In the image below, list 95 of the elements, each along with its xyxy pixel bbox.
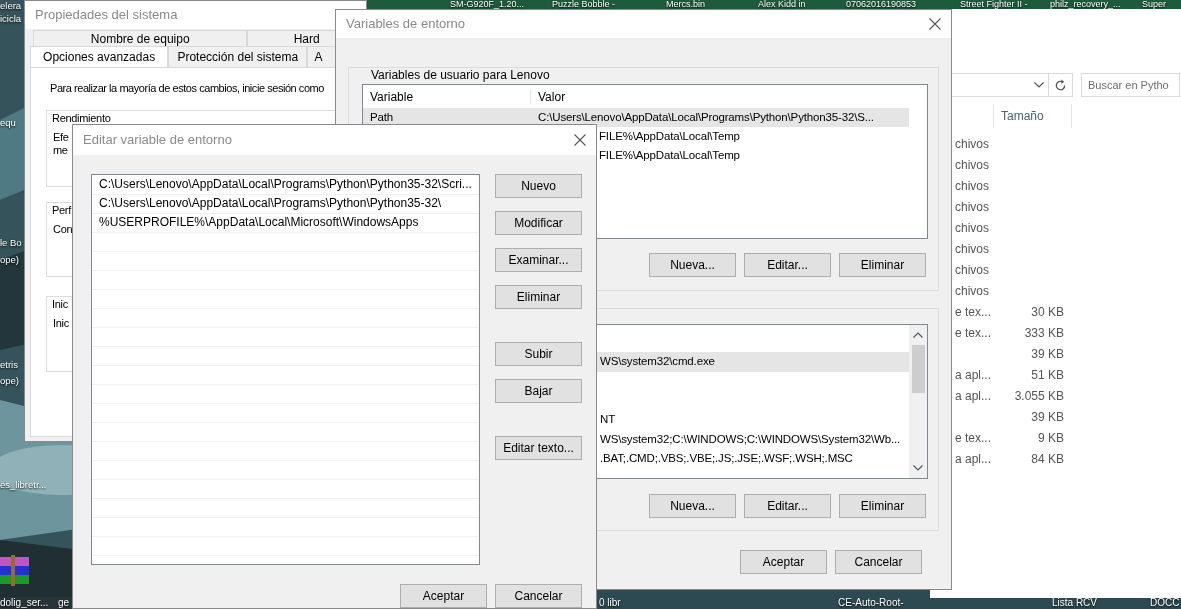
close-button[interactable] (574, 134, 586, 146)
dialog-button[interactable]: Aceptar (740, 550, 827, 574)
group-text: me (53, 144, 68, 158)
scrollbar-thumb[interactable] (911, 345, 925, 393)
dialog-button[interactable]: Nuevo (495, 174, 582, 198)
column-header[interactable]: Tamaño (993, 104, 1072, 128)
tab[interactable]: Opciones avanzadas (30, 46, 169, 67)
table-cell-text: chivos (954, 262, 990, 279)
table-cell: WS\system32\cmd.exe (600, 355, 715, 369)
column-header[interactable]: Variable (363, 89, 531, 105)
icon-label[interactable]: ge (58, 597, 70, 608)
books-icon (0, 555, 30, 587)
table-cell-text: chivos (954, 178, 990, 195)
dialog-button[interactable]: Cancelar (835, 550, 922, 574)
table-cell-text: e tex... (954, 304, 993, 321)
dialog-button[interactable]: Cancelar (495, 584, 582, 608)
refresh-icon[interactable] (1054, 78, 1067, 92)
window-title: Editar variable de entorno (83, 132, 232, 148)
icon-label[interactable]: dolig_ser... (0, 597, 49, 608)
tab[interactable]: Nombre de equipo (33, 30, 248, 46)
dialog-button[interactable]: Editar... (744, 494, 831, 518)
window-title: Variables de entorno (346, 16, 465, 32)
icon-label[interactable]: CE-Auto-Root- (838, 597, 904, 608)
icon-label[interactable]: Street Fighter II - (960, 0, 1028, 9)
table-cell-text: chivos (954, 157, 990, 174)
table-cell-text: chivos (954, 199, 990, 216)
icon-label[interactable]: Puzzle Bobble - (552, 0, 616, 9)
group-text: Inic (53, 317, 69, 331)
icon-label[interactable]: Lista RCV (1052, 597, 1097, 608)
table-cell-text: 39 KB (1030, 409, 1064, 426)
table-cell-text: 9 KB (1037, 430, 1064, 447)
icon-label[interactable]: ope) (0, 375, 19, 387)
icon-label[interactable]: icicla (0, 13, 22, 25)
dialog-button[interactable]: Eliminar (495, 285, 582, 309)
dialog-button[interactable]: Nueva... (649, 494, 736, 518)
icon-label[interactable]: elera (0, 0, 22, 12)
search-field[interactable]: Buscar en Pytho (1081, 73, 1180, 97)
icon-label[interactable]: etris (0, 359, 18, 371)
icon-label[interactable]: 0 libr (599, 597, 621, 608)
window-title: Propiedades del sistema (35, 7, 178, 23)
table-cell-text: a apl... (954, 451, 993, 468)
table-row[interactable]: Path C:\Users\Lenovo\AppData\Local\Programs\Python\Python35-32\S... (363, 108, 909, 128)
icon-label[interactable]: philz_recovery_... (1050, 0, 1121, 9)
chevron-down-icon[interactable] (913, 465, 923, 471)
group-title: Variables de usuario para Lenovo (369, 68, 552, 82)
icon-label[interactable]: SM-G920F_1.20... (450, 0, 525, 9)
icon-label[interactable]: equ (0, 117, 16, 129)
table-cell: FILE%\AppData\Local\Temp (599, 130, 740, 144)
table-cell: FILE%\AppData\Local\Temp (599, 149, 740, 163)
table-cell-text: chivos (954, 220, 990, 237)
refresh-button[interactable] (1049, 73, 1073, 97)
dialog-button[interactable]: Modificar (495, 211, 582, 235)
dialog-button[interactable]: Examinar... (495, 248, 582, 272)
table-cell: .BAT;.CMD;.VBS;.VBE;.JS;.JSE;.WSF;.WSH;.MSC (600, 452, 853, 466)
close-button[interactable] (929, 18, 941, 30)
icon-label[interactable]: ope) (0, 254, 19, 266)
tab[interactable]: Protección del sistema (168, 46, 308, 67)
table-cell-text: chivos (954, 283, 990, 300)
table-cell-text: Path (369, 111, 395, 125)
scrollbar[interactable] (909, 325, 927, 478)
table-cell-text: 84 KB (1030, 451, 1064, 468)
dialog-button[interactable]: Bajar (495, 379, 582, 403)
table-cell-text: e tex... (954, 430, 993, 447)
table-cell: C:\Users\Lenovo\AppData\Local\Programs\Python\Python35-32\S... (538, 111, 874, 125)
icon-label[interactable]: 07062016190853 (846, 0, 917, 9)
dialog-button[interactable]: Nueva... (649, 253, 736, 278)
dialog-button[interactable]: Eliminar (839, 494, 926, 518)
dialog-button[interactable]: Aceptar (400, 584, 487, 608)
table-cell-text: 51 KB (1030, 367, 1064, 384)
dialog-button[interactable]: Editar texto... (495, 436, 582, 460)
table-cell-text: e tex... (954, 325, 993, 342)
column-header[interactable]: Valor (531, 89, 566, 105)
table-cell-text: 39 KB (1030, 346, 1064, 363)
chevron-down-icon[interactable] (1034, 82, 1044, 88)
notice-text: Para realizar la mayoría de estos cambios, inicie sesión como (50, 82, 325, 96)
table-cell-text: a apl... (954, 367, 993, 384)
table-cell-text: chivos (954, 241, 990, 258)
icon-label[interactable]: Mercs.bin (666, 0, 705, 9)
group-text: Con (53, 223, 73, 237)
table-cell-text: a apl... (954, 388, 993, 405)
dialog-button[interactable]: Eliminar (839, 253, 926, 278)
icon-label[interactable]: Super (1142, 0, 1167, 9)
icon-label[interactable]: DOCC (1150, 597, 1180, 608)
group-text: Efe (53, 131, 69, 145)
icon-label[interactable]: le Bo (0, 237, 22, 249)
dialog-button[interactable]: Editar... (744, 253, 831, 278)
path-list[interactable]: C:\Users\Lenovo\AppData\Local\Programs\Python\Python35-32\Scri... C:\Users\Lenovo\AppData\Local\Programs\Python\Python35-32\ %USERPROFILE%\AppData\Local\Microsoft\WindowsApps (91, 174, 480, 565)
icon-label[interactable]: Alex Kidd in (758, 0, 806, 9)
chevron-up-icon[interactable] (913, 332, 923, 338)
dialog-button[interactable]: Subir (495, 342, 582, 366)
table-cell-text: 3.055 KB (1013, 388, 1064, 405)
table-cell-text: 30 KB (1030, 304, 1064, 321)
table-cell-text: chivos (954, 136, 990, 153)
table-cell-text: 333 KB (1023, 325, 1064, 342)
table-cell: NT (600, 413, 616, 428)
